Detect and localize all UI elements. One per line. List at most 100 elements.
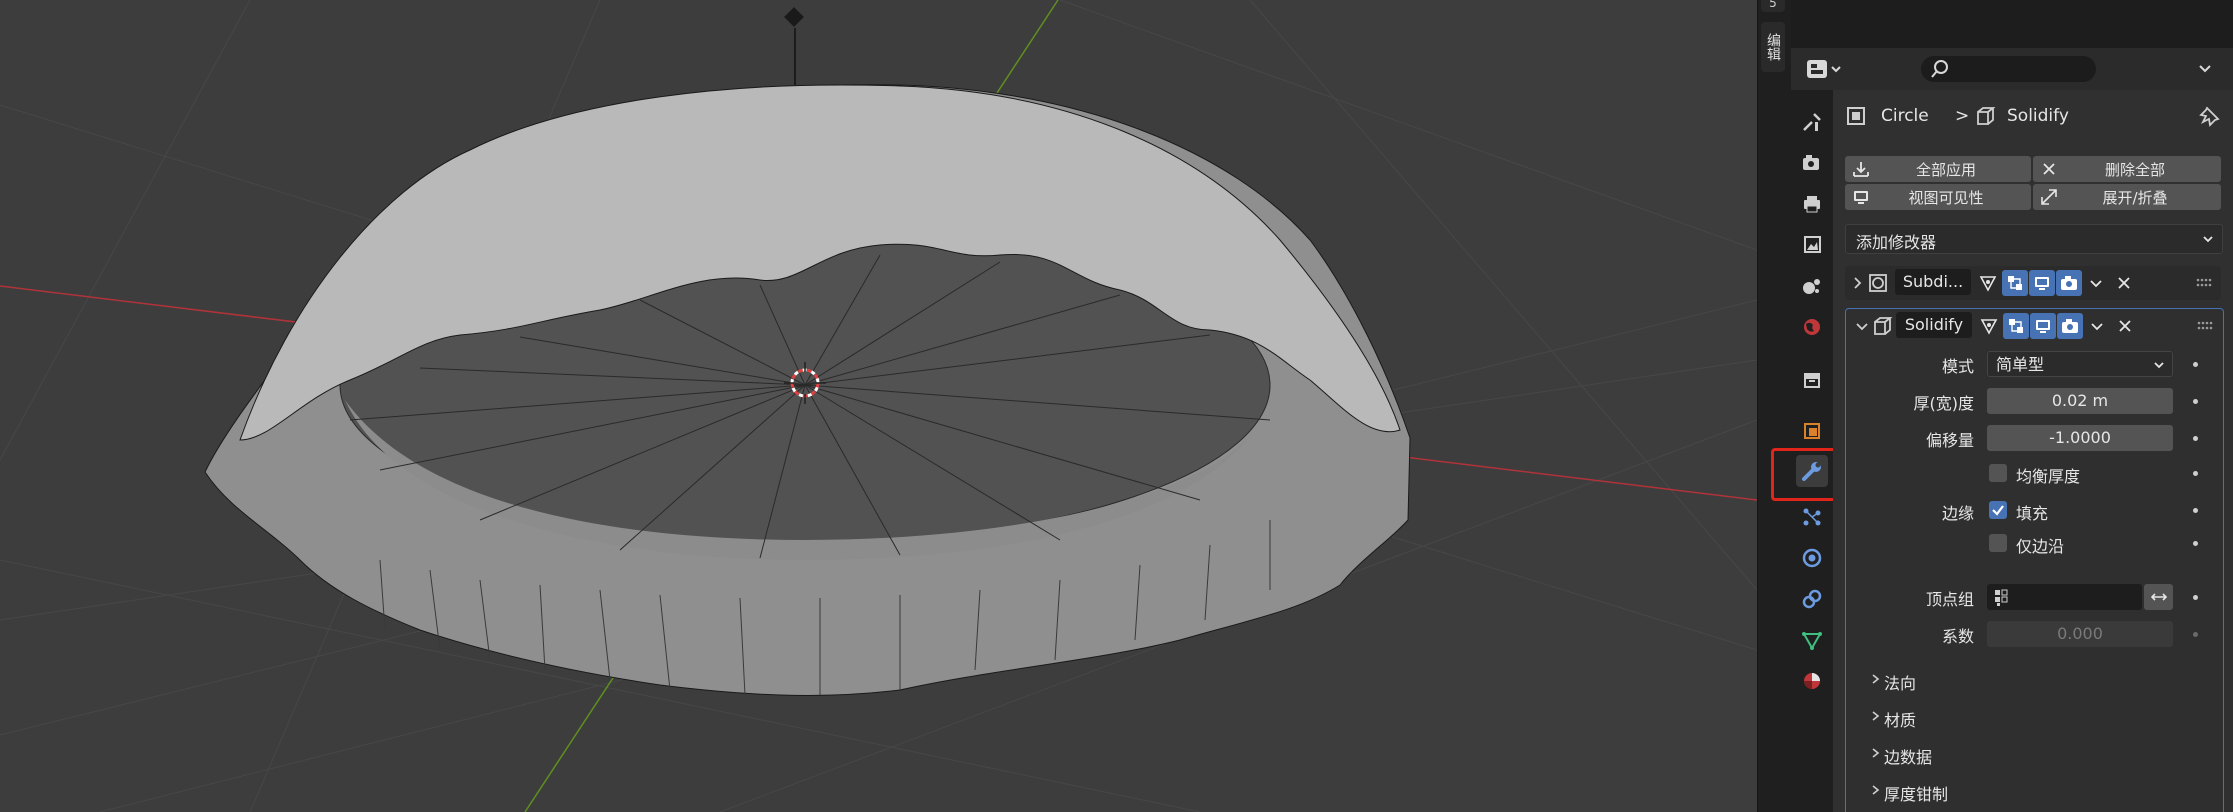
solidify-modifier-icon — [1977, 107, 1996, 125]
animate-property-dot[interactable] — [2193, 508, 2198, 513]
pin-icon[interactable] — [2199, 105, 2221, 127]
animate-property-dot[interactable] — [2193, 632, 2198, 637]
render-toggle[interactable] — [2057, 313, 2083, 339]
tab-material[interactable] — [1796, 665, 1828, 697]
modifier-options-dropdown[interactable] — [2083, 270, 2109, 296]
render-toggle[interactable] — [2056, 270, 2082, 296]
tab-data[interactable] — [1796, 624, 1828, 656]
subpanel-edge-data[interactable]: 边数据 — [1868, 741, 2188, 767]
subpanel-normals[interactable]: 法向 — [1868, 667, 2188, 693]
subpanel-thickness-clamp-label: 厚度钳制 — [1884, 785, 1949, 804]
tab-particles[interactable] — [1796, 501, 1828, 533]
tab-output[interactable] — [1796, 188, 1828, 220]
expand-collapse-button[interactable]: 展开/折叠 — [2033, 184, 2221, 210]
search-field[interactable] — [1921, 56, 2096, 82]
viewport-display-toggle[interactable] — [2029, 270, 2055, 296]
animate-property-dot[interactable] — [2193, 362, 2198, 367]
offset-label: 偏移量 — [1925, 431, 1974, 450]
animate-property-dot[interactable] — [2193, 399, 2198, 404]
animate-property-dot[interactable] — [2193, 471, 2198, 476]
search-input[interactable] — [1951, 59, 2095, 79]
delete-all-button[interactable]: 删除全部 — [2033, 156, 2221, 182]
search-icon — [1931, 60, 1948, 78]
modifier-name-field[interactable]: Solidify — [1896, 312, 1972, 338]
tab-view-layer[interactable] — [1796, 229, 1828, 261]
editor-type-button[interactable] — [1803, 56, 1845, 82]
edit-mode-toggle[interactable] — [2002, 270, 2028, 296]
offset-field[interactable]: -1.0000 — [1987, 425, 2173, 451]
viewport-scene[interactable] — [0, 0, 1757, 812]
drag-handle[interactable] — [2191, 270, 2217, 296]
camera-icon — [2061, 276, 2077, 290]
even-thickness-checkbox[interactable] — [1989, 464, 2007, 482]
tab-world[interactable] — [1796, 311, 1828, 343]
particles-icon — [1803, 508, 1821, 526]
remove-modifier-button[interactable] — [2112, 313, 2138, 339]
animate-property-dot[interactable] — [2193, 436, 2198, 441]
breadcrumb-modifier: Solidify — [2007, 106, 2069, 126]
chevron-right-icon — [1872, 711, 1880, 721]
tab-physics[interactable] — [1796, 542, 1828, 574]
properties-panel[interactable]: Circle > Solidify 全部应用 删除全部 视图可见性 展开/折叠 … — [1833, 90, 2233, 812]
chevron-right-icon[interactable] — [1849, 275, 1865, 291]
arrow-left-right-icon — [2150, 593, 2168, 601]
vertex-triangle-icon — [1980, 319, 1998, 335]
subpanel-thickness-clamp[interactable]: 厚度钳制 — [1868, 778, 2188, 804]
tab-constraints[interactable] — [1796, 583, 1828, 615]
fill-rim-checkbox[interactable] — [1989, 501, 2007, 519]
solidify-modifier-icon — [1874, 317, 1893, 335]
apply-all-button[interactable]: 全部应用 — [1845, 156, 2031, 182]
subpanel-materials[interactable]: 材质 — [1868, 704, 2188, 730]
output-icon — [1804, 196, 1820, 213]
animate-property-dot[interactable] — [2193, 541, 2198, 546]
view-layer-icon — [1804, 236, 1821, 253]
material-icon — [1804, 673, 1820, 689]
properties-header — [1791, 0, 2233, 49]
remove-modifier-button[interactable] — [2111, 270, 2137, 296]
viewport-visibility-button[interactable]: 视图可见性 — [1845, 184, 2031, 210]
subpanel-normals-label: 法向 — [1884, 674, 1917, 693]
tab-tool[interactable] — [1796, 106, 1828, 138]
viewport-visibility-label: 视图可见性 — [1908, 188, 1984, 207]
tab-collection[interactable] — [1796, 364, 1828, 396]
edit-cage-toggle[interactable] — [1976, 313, 2002, 339]
modifier-solidify-header[interactable]: Solidify — [1846, 309, 2221, 343]
object-icon — [1804, 423, 1820, 439]
modifier-name-field[interactable]: Subdi... — [1895, 269, 1971, 295]
sidebar-tab-edit[interactable]: 编辑 — [1761, 22, 1785, 72]
3d-viewport[interactable] — [0, 0, 1757, 812]
edit-mode-toggle[interactable] — [2003, 313, 2029, 339]
vertex-group-field[interactable] — [1987, 584, 2142, 610]
fill-rim-label: 填充 — [2016, 504, 2049, 523]
viewport-display-toggle[interactable] — [2030, 313, 2056, 339]
edit-cage-toggle[interactable] — [1975, 270, 2001, 296]
camera-icon — [2062, 319, 2078, 333]
modifier-subdivision-header[interactable]: Subdi... — [1845, 266, 2221, 300]
tab-object[interactable] — [1796, 415, 1828, 447]
modifier-options-dropdown[interactable] — [2084, 313, 2110, 339]
chevron-down-icon — [2154, 362, 2164, 369]
tab-scene[interactable] — [1796, 270, 1828, 302]
editor-type-icon — [1807, 60, 1841, 78]
add-modifier-dropdown[interactable]: 添加修改器 — [1845, 224, 2223, 254]
options-dropdown-button[interactable] — [2191, 56, 2219, 82]
chevron-down-icon — [2090, 280, 2102, 288]
drag-handle[interactable] — [2192, 313, 2218, 339]
factor-field[interactable]: 0.000 — [1987, 621, 2173, 647]
factor-label: 系数 — [1941, 627, 1974, 646]
tab-modifiers[interactable] — [1771, 448, 1844, 501]
chevron-down-icon[interactable] — [1854, 318, 1870, 334]
mode-dropdown[interactable]: 简单型 — [1987, 351, 2173, 377]
subpanel-edge-data-label: 边数据 — [1884, 748, 1933, 767]
thickness-field[interactable]: 0.02 m — [1987, 388, 2173, 414]
monitor-icon — [2035, 277, 2049, 290]
sidebar-tab-top[interactable]: 5 — [1761, 0, 1785, 12]
breadcrumb-separator: > — [1955, 106, 1970, 126]
invert-vertex-group-toggle[interactable] — [2144, 584, 2173, 610]
world-icon — [1804, 319, 1820, 335]
rim-only-checkbox[interactable] — [1989, 534, 2007, 552]
animate-property-dot[interactable] — [2193, 595, 2198, 600]
light-object-icon[interactable] — [784, 7, 804, 27]
edit-mode-icon — [2009, 319, 2023, 333]
tab-render[interactable] — [1796, 147, 1828, 179]
